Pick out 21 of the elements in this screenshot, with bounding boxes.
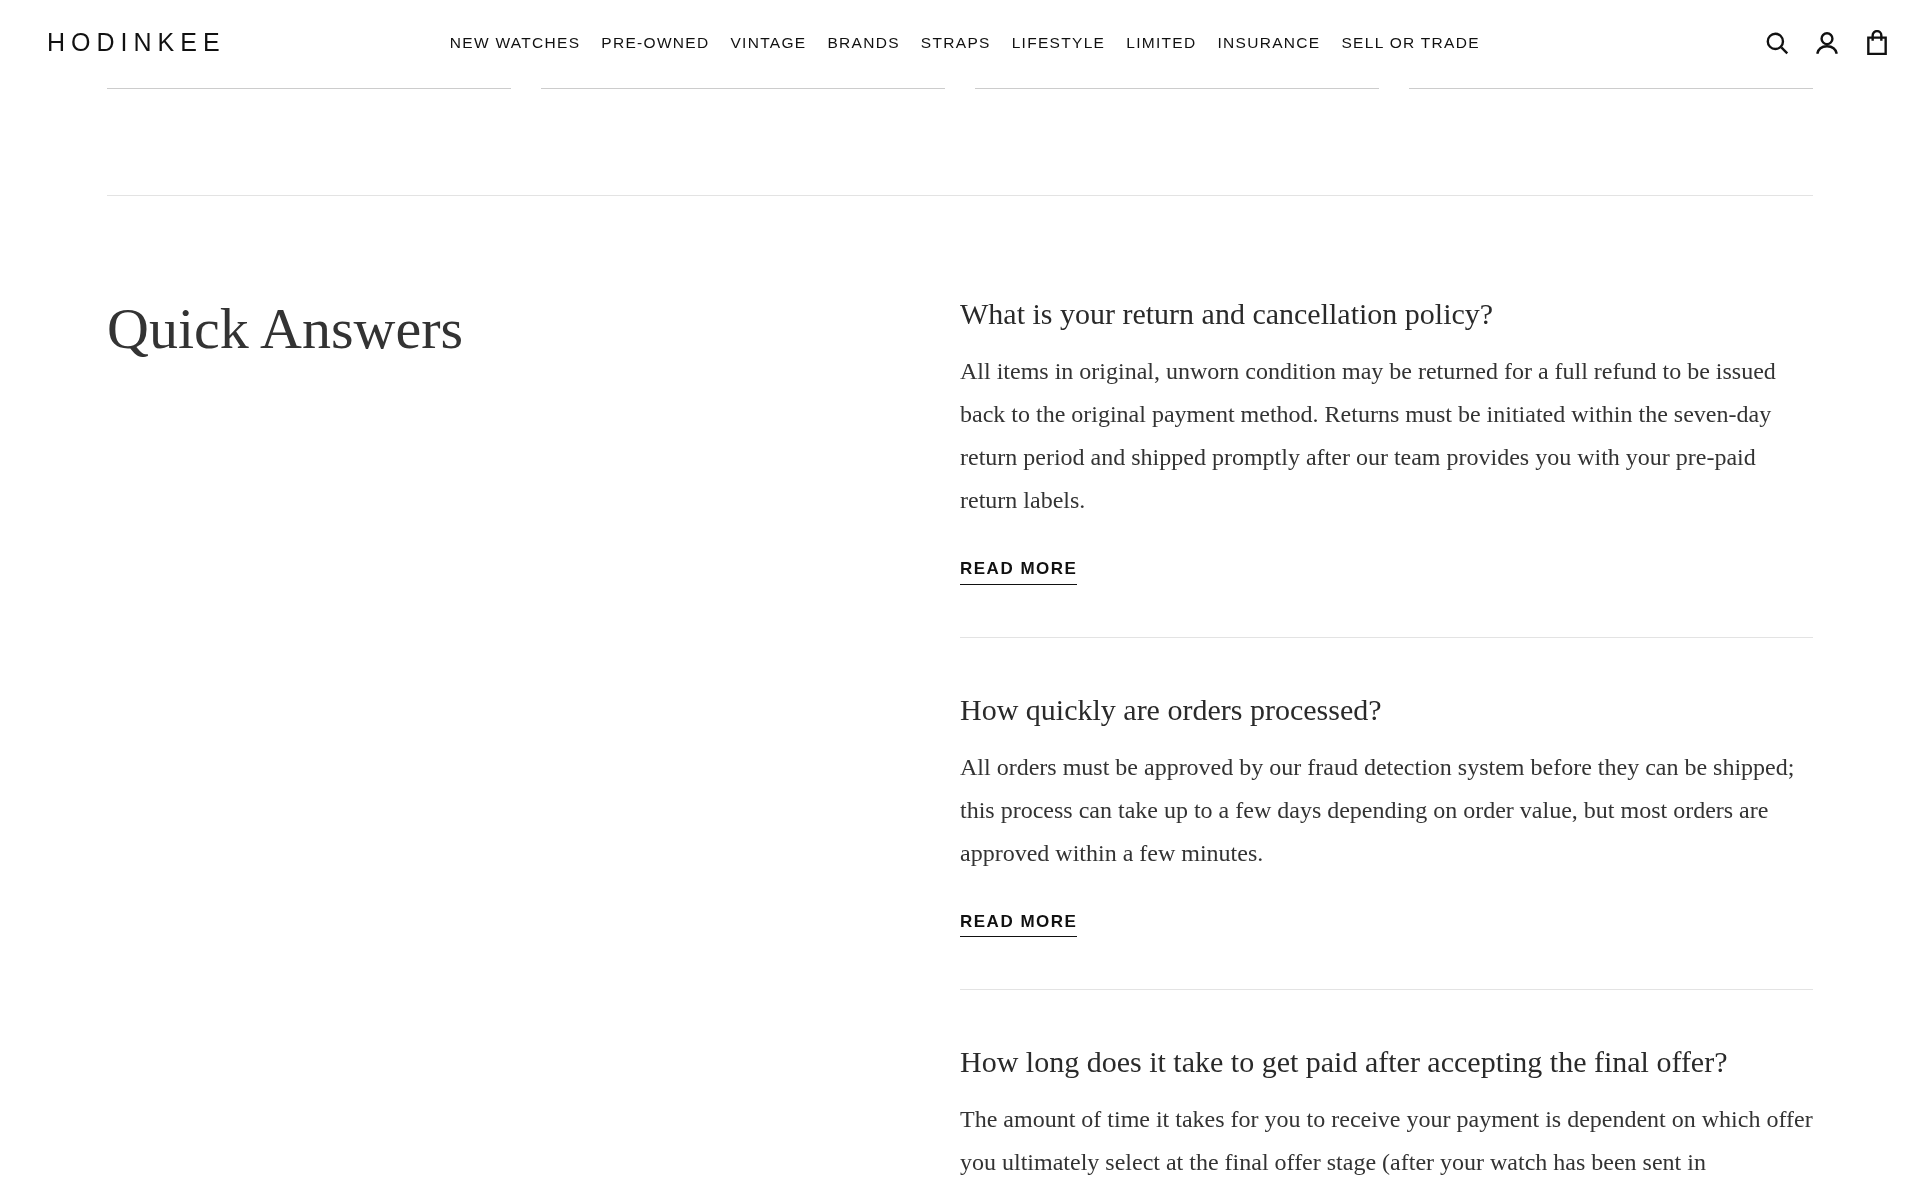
nav-link[interactable]: NEW WATCHES <box>449 30 581 55</box>
account-icon[interactable] <box>1814 29 1840 56</box>
read-more-link[interactable]: READ MORE <box>960 556 1078 585</box>
nav-link[interactable]: SELL OR TRADE <box>1341 30 1480 55</box>
nav-link[interactable]: INSURANCE <box>1217 30 1321 55</box>
faq-question: How long does it take to get paid after accepting the final offer? <box>960 1044 1729 1080</box>
logo[interactable]: HODINKEE <box>47 23 226 62</box>
nav-link[interactable]: STRAPS <box>920 30 991 55</box>
faq-answer: All items in original, unworn condition may be returned for a full refund to be issued back to the original payment method. Returns must be initiated within the seven-day return period and shipped promptly after our team provides you with your pre-paid return labels. <box>960 357 1777 515</box>
faq-answer: All orders must be approved by our fraud detection system before they can be shipped; this process can take up to a few days depending on order value, but most orders are approved within a few minutes. <box>960 752 1796 868</box>
nav-link[interactable]: LIFESTYLE <box>1011 30 1106 55</box>
nav-link[interactable]: VINTAGE <box>730 30 807 55</box>
faq-question: How quickly are orders processed? <box>960 691 1383 728</box>
section-title: Quick Answers <box>107 300 463 363</box>
faq-question: What is your return and cancellation policy? <box>960 296 1495 332</box>
read-more-link[interactable]: READ MORE <box>960 908 1078 937</box>
nav-link[interactable]: BRANDS <box>827 30 900 55</box>
faq-answer: The amount of time it takes for you to receive your payment is dependent on which offer you ultimately select at the final offer stage (after your watch has been sent in <box>960 1105 1813 1177</box>
shopping-bag-icon[interactable] <box>1864 29 1890 56</box>
nav-link[interactable]: PRE-OWNED <box>601 30 710 55</box>
nav-link[interactable]: LIMITED <box>1126 30 1197 55</box>
